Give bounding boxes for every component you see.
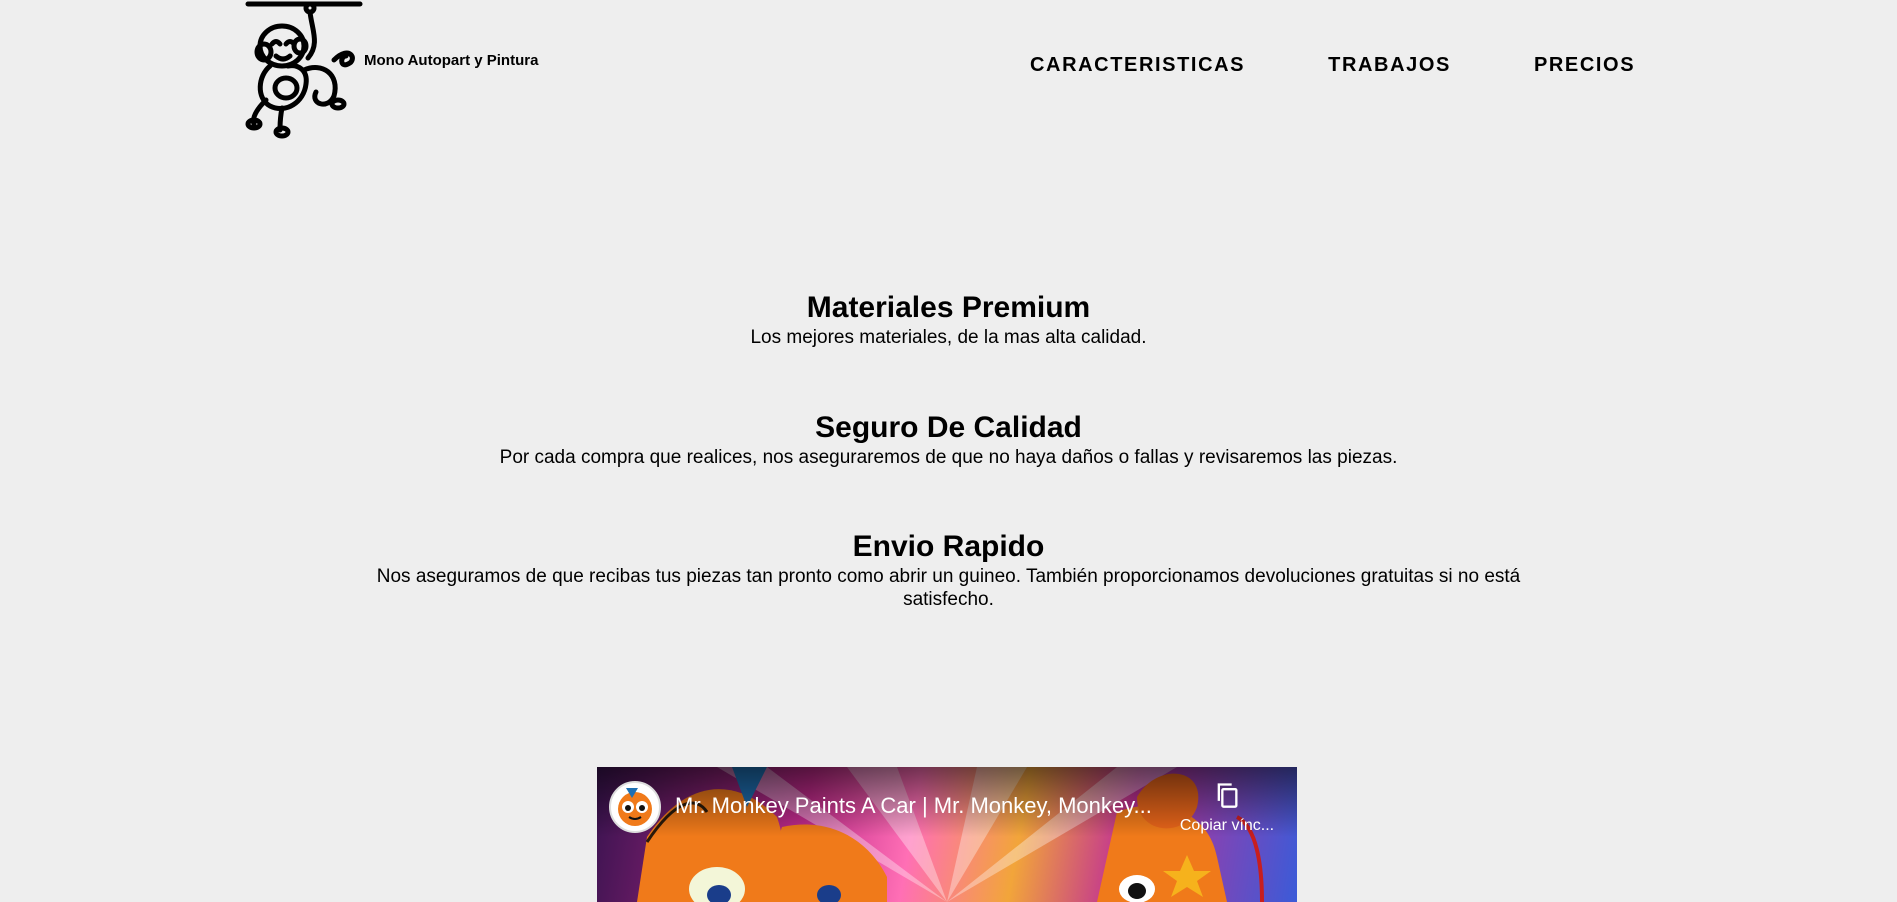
monkey-logo-icon bbox=[245, 1, 363, 139]
monkey-face-icon bbox=[618, 788, 652, 826]
copy-link-button[interactable]: Copiar vínc... bbox=[1167, 781, 1287, 841]
feature-description: Nos aseguramos de que recibas tus piezas… bbox=[376, 566, 1521, 610]
video-title[interactable]: Mr. Monkey Paints A Car | Mr. Monkey, Mo… bbox=[675, 793, 1175, 819]
feature-title: Envio Rapido bbox=[852, 530, 1045, 563]
nav-caracteristicas[interactable]: CARACTERISTICAS bbox=[1030, 54, 1245, 77]
feature-item: Seguro De Calidad Por cada compra que re… bbox=[0, 410, 1897, 469]
nav-trabajos[interactable]: TRABAJOS bbox=[1328, 54, 1451, 77]
feature-description: Los mejores materiales, de la mas alta c… bbox=[750, 327, 1147, 348]
page: Mono Autopart y Pintura CARACTERISTICAS … bbox=[0, 0, 1897, 902]
feature-item: Envio Rapido Nos aseguramos de que recib… bbox=[0, 529, 1897, 611]
video-embed[interactable]: Mr. Monkey Paints A Car | Mr. Monkey, Mo… bbox=[597, 767, 1297, 902]
main-nav: CARACTERISTICAS TRABAJOS PRECIOS bbox=[1030, 54, 1635, 77]
nav-precios[interactable]: PRECIOS bbox=[1534, 54, 1635, 77]
feature-item: Materiales Premium Los mejores materiale… bbox=[0, 290, 1897, 349]
brand-name: Mono Autopart y Pintura bbox=[364, 52, 539, 69]
logo[interactable]: Mono Autopart y Pintura bbox=[236, 0, 546, 140]
feature-title: Seguro De Calidad bbox=[815, 411, 1082, 444]
site-header: Mono Autopart y Pintura CARACTERISTICAS … bbox=[0, 0, 1897, 140]
copy-link-label: Copiar vínc... bbox=[1179, 817, 1275, 834]
channel-avatar-icon[interactable] bbox=[609, 781, 661, 833]
copy-link-icon bbox=[1217, 783, 1238, 808]
feature-description: Por cada compra que realices, nos asegur… bbox=[499, 447, 1398, 468]
feature-title: Materiales Premium bbox=[806, 291, 1091, 324]
